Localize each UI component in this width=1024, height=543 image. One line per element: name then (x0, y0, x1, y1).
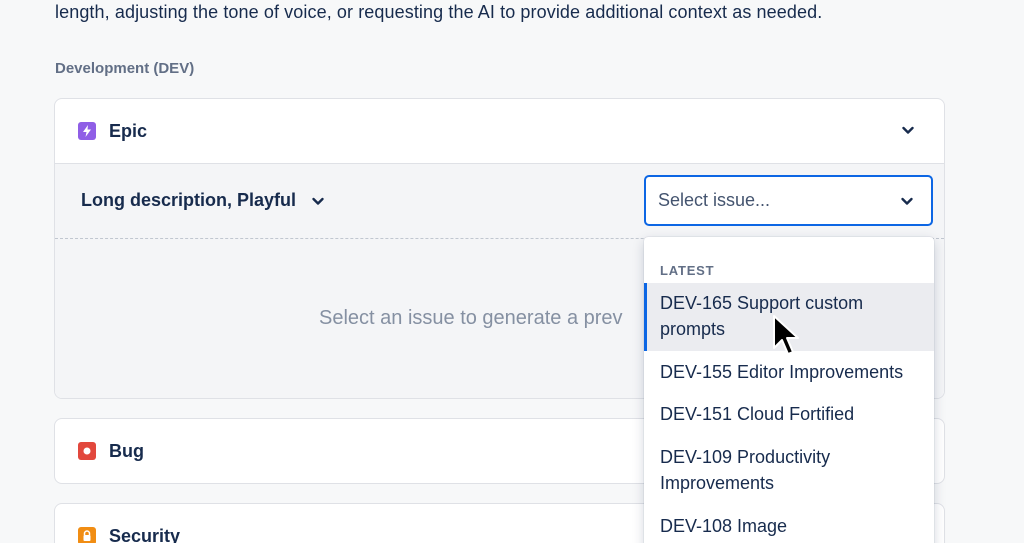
dropdown-heading: LATEST (660, 263, 715, 278)
chevron-down-icon (899, 193, 915, 209)
bug-icon (78, 442, 96, 460)
lightning-icon (78, 122, 96, 140)
tone-select[interactable]: Long description, Playful (81, 190, 326, 211)
dropdown-option[interactable]: DEV-155 Editor Improvements (644, 359, 934, 389)
lock-icon (78, 527, 96, 543)
preview-placeholder: Select an issue to generate a prev (319, 307, 623, 329)
bug-label: Bug (109, 440, 144, 461)
issue-select-placeholder: Select issue... (658, 190, 771, 210)
intro-text: length, adjusting the tone of voice, or … (55, 2, 823, 22)
chevron-down-icon (310, 193, 326, 209)
project-section-title: Development (DEV) (55, 60, 195, 77)
dropdown-option[interactable]: DEV-109 Productivity Improvements (644, 444, 934, 500)
epic-card-header[interactable]: Epic (55, 99, 944, 163)
dropdown-option[interactable]: DEV-151 Cloud Fortified (644, 401, 934, 431)
chevron-down-icon[interactable] (900, 122, 916, 138)
issue-select[interactable]: Select issue... (644, 175, 933, 226)
tone-select-label: Long description, Playful (81, 190, 297, 210)
issue-dropdown-menu: LATEST DEV-165 Support custom prompts DE… (644, 237, 934, 543)
mouse-cursor-icon (773, 315, 799, 355)
epic-label: Epic (109, 120, 148, 141)
security-label: Security (109, 525, 181, 543)
dropdown-option[interactable]: DEV-108 Image (644, 513, 934, 543)
